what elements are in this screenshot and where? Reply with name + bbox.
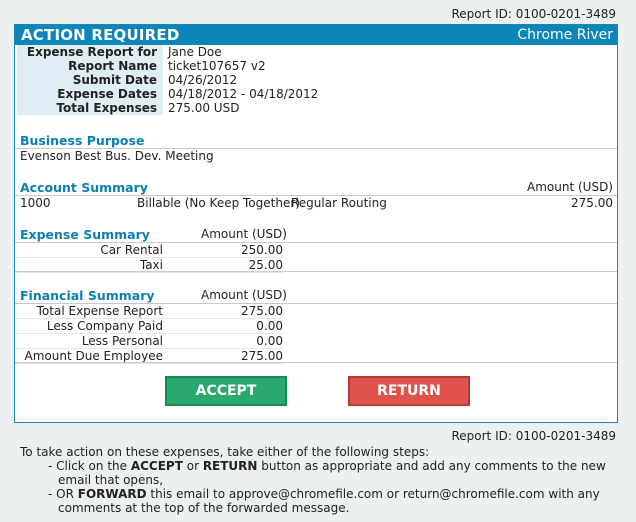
account-row: 1000 Billable (No Keep Together) Regular…	[15, 196, 617, 210]
summary-value: Jane Doe	[168, 45, 222, 59]
account-type: Billable (No Keep Together)	[137, 196, 300, 210]
summary-label: Total Expenses	[17, 101, 163, 115]
financial-label: Total Expense Report	[36, 304, 163, 318]
financial-amount: 0.00	[256, 334, 283, 348]
instructions: To take action on these expenses, take e…	[20, 445, 620, 515]
action-card: ACTION REQUIRED Chrome River Expense Rep…	[14, 24, 618, 423]
financial-amount: 0.00	[256, 319, 283, 333]
summary-row: Total Expenses 275.00 USD	[17, 101, 318, 115]
table-row: Car Rental 250.00	[15, 243, 283, 258]
financial-label: Less Company Paid	[46, 319, 163, 333]
expense-amount: 250.00	[241, 243, 283, 257]
summary-label: Expense Report for	[17, 45, 163, 59]
header-title: ACTION REQUIRED	[21, 26, 180, 44]
financial-label: Amount Due Employee	[24, 349, 163, 363]
expense-label: Taxi	[139, 258, 163, 272]
step-keyword-accept: ACCEPT	[130, 459, 183, 473]
summary-row: Expense Report for Jane Doe	[17, 45, 318, 59]
expense-amount: 25.00	[248, 258, 283, 272]
summary-label: Expense Dates	[17, 87, 163, 101]
header-brand: Chrome River	[517, 27, 613, 43]
account-routing: Regular Routing	[291, 196, 387, 210]
financial-summary-title: Financial Summary	[20, 288, 155, 303]
account-amount-header: Amount (USD)	[527, 180, 613, 194]
report-id-bottom: Report ID: 0100-0201-3489	[451, 429, 616, 443]
card-header: ACTION REQUIRED Chrome River	[15, 25, 617, 45]
financial-summary-table: Total Expense Report 275.00 Less Company…	[15, 304, 283, 364]
step-text: or	[182, 459, 203, 473]
summary-value: 04/18/2012 - 04/18/2012	[168, 87, 319, 101]
summary-value: ticket107657 v2	[168, 59, 266, 73]
divider	[15, 362, 617, 363]
instructions-step-2: - OR FORWARD this email to approve@chrom…	[20, 487, 620, 515]
account-amount: 275.00	[571, 196, 613, 210]
financial-label: Less Personal	[81, 334, 163, 348]
instructions-step-1: - Click on the ACCEPT or RETURN button a…	[20, 459, 620, 487]
expense-summary-table: Car Rental 250.00 Taxi 25.00	[15, 243, 283, 273]
summary-value: 04/26/2012	[168, 73, 238, 87]
financial-amount-header: Amount (USD)	[201, 288, 287, 302]
table-row: Less Personal 0.00	[15, 334, 283, 349]
business-purpose-title: Business Purpose	[20, 133, 145, 148]
accept-button[interactable]: ACCEPT	[165, 376, 287, 406]
report-summary: Expense Report for Jane Doe Report Name …	[17, 45, 318, 115]
return-button[interactable]: RETURN	[348, 376, 470, 406]
step-text: - OR	[48, 487, 78, 501]
financial-amount: 275.00	[241, 304, 283, 318]
divider	[15, 271, 617, 272]
account-number: 1000	[20, 196, 51, 210]
expense-label: Car Rental	[100, 243, 163, 257]
summary-row: Submit Date 04/26/2012	[17, 73, 318, 87]
expense-amount-header: Amount (USD)	[201, 227, 287, 241]
summary-value: 275.00 USD	[168, 101, 240, 115]
summary-row: Expense Dates 04/18/2012 - 04/18/2012	[17, 87, 318, 101]
summary-label: Submit Date	[17, 73, 163, 87]
financial-amount: 275.00	[241, 349, 283, 363]
business-purpose-text: Evenson Best Bus. Dev. Meeting	[20, 149, 214, 163]
table-row: Less Company Paid 0.00	[15, 319, 283, 334]
summary-row: Report Name ticket107657 v2	[17, 59, 318, 73]
table-row: Total Expense Report 275.00	[15, 304, 283, 319]
instructions-intro: To take action on these expenses, take e…	[20, 445, 430, 459]
step-keyword-return: RETURN	[202, 459, 258, 473]
step-keyword-forward: FORWARD	[77, 487, 147, 501]
account-summary-title: Account Summary	[20, 180, 148, 195]
expense-summary-title: Expense Summary	[20, 227, 150, 242]
step-text: - Click on the	[48, 459, 131, 473]
report-id-top: Report ID: 0100-0201-3489	[451, 7, 616, 21]
summary-label: Report Name	[17, 59, 163, 73]
